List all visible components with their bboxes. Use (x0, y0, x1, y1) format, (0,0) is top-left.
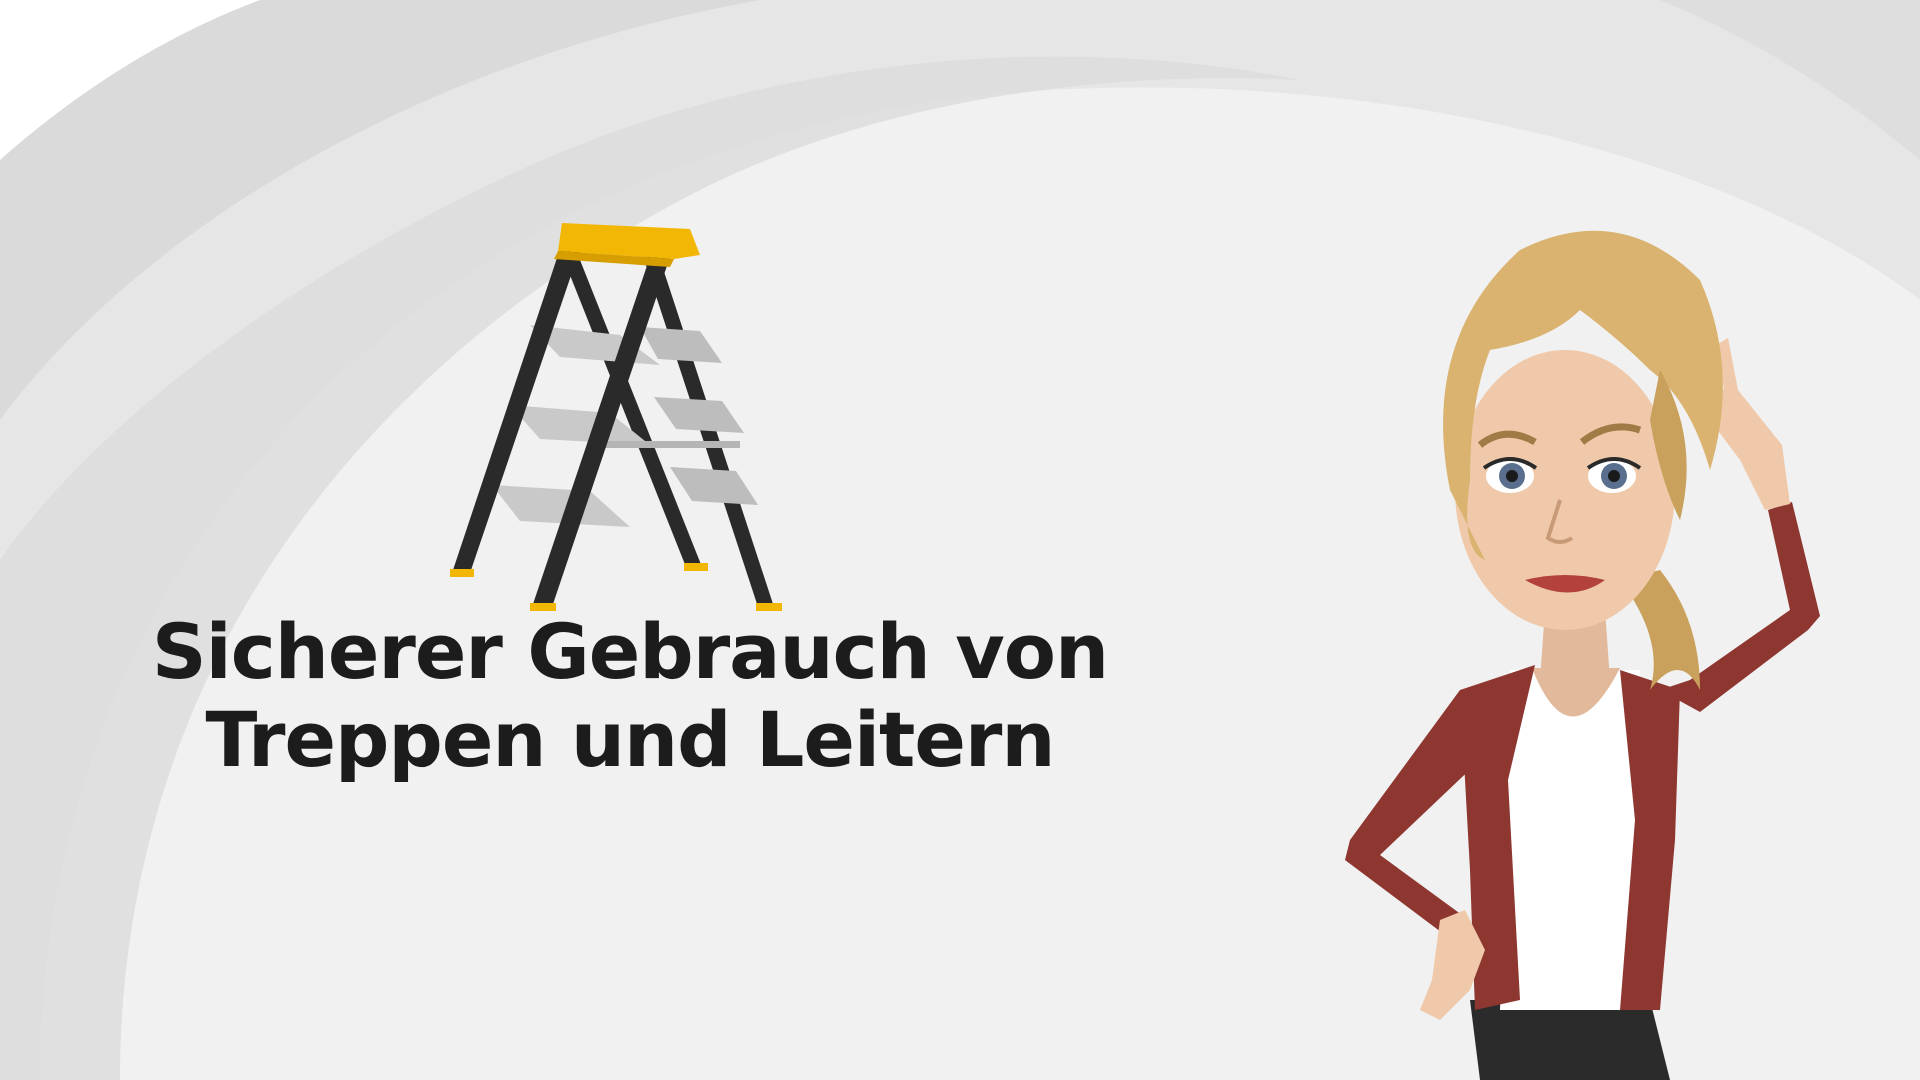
slide-title: Sicherer Gebrauch von Treppen und Leiter… (150, 608, 1110, 784)
presenter-character (1345, 230, 1820, 1080)
title-line-1: Sicherer Gebrauch von (151, 607, 1109, 696)
stepladder-icon (450, 223, 782, 611)
title-line-2: Treppen und Leitern (205, 695, 1056, 784)
title-slide: Sicherer Gebrauch von Treppen und Leiter… (0, 0, 1920, 1080)
